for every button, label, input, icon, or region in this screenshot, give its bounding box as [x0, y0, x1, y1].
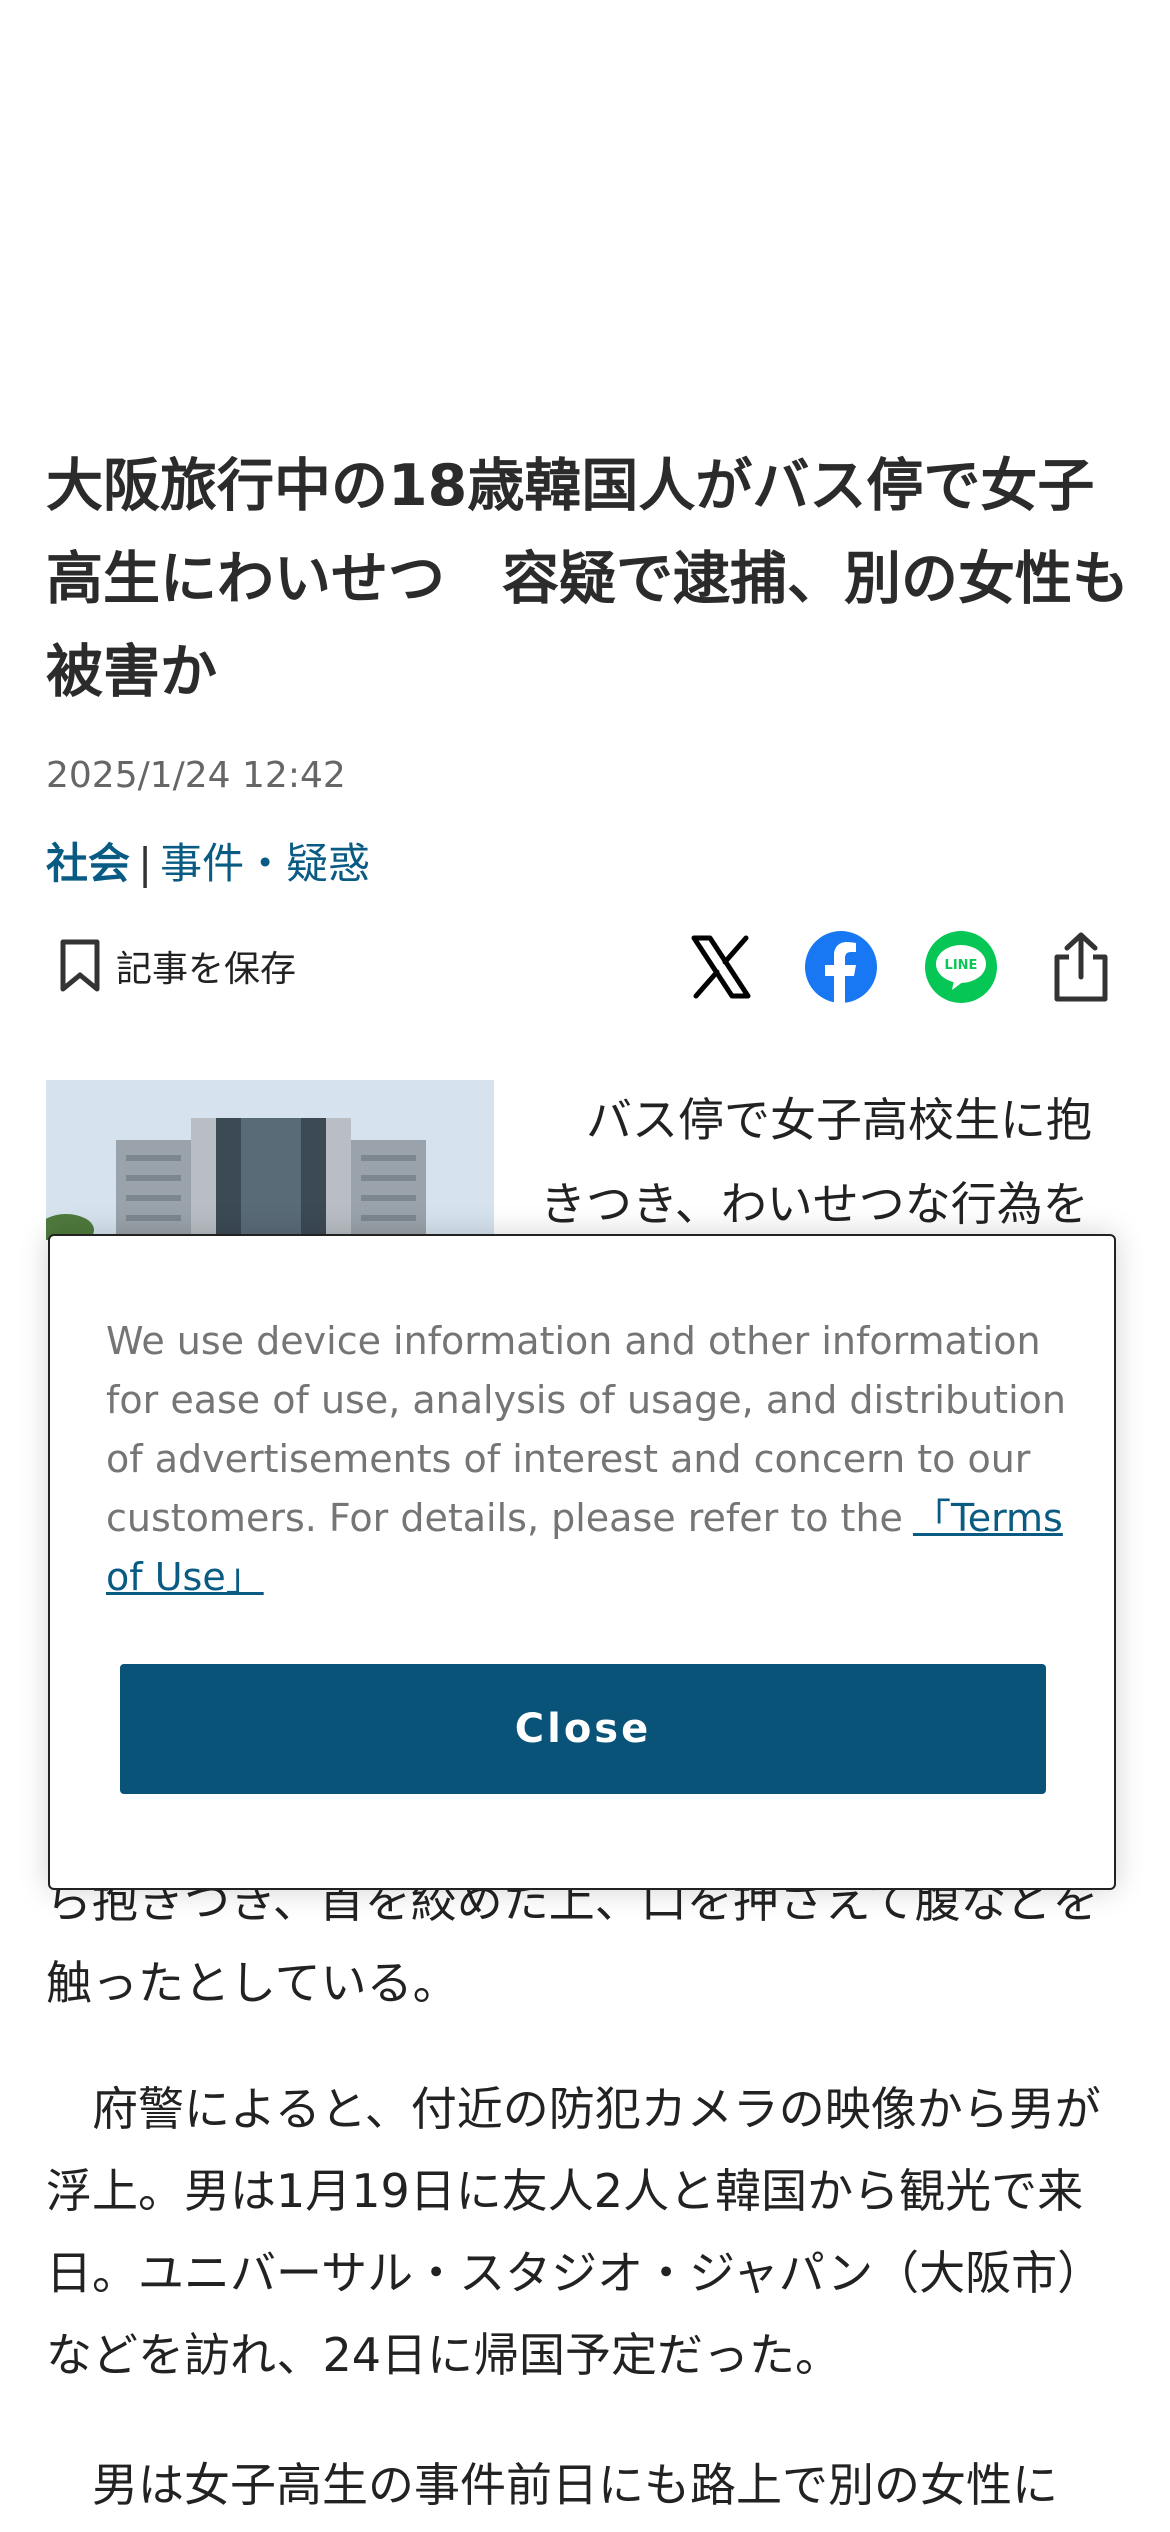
cookie-consent-dialog: We use device information and other info… [48, 1234, 1116, 1890]
article-paragraph-3: 男は女子高生の事件前日にも路上で別の女性に [92, 2458, 1058, 2512]
share-line-button[interactable]: LINE [924, 930, 998, 1008]
consent-message: We use device information and other info… [106, 1312, 1066, 1607]
category-link-sub[interactable]: 事件・疑惑 [160, 839, 370, 888]
article-date: 2025/1/24 12:42 [46, 755, 346, 796]
save-label: 記事を保存 [116, 949, 297, 990]
svg-text:LINE: LINE [945, 958, 978, 973]
category-link-main[interactable]: 社会 [46, 839, 130, 888]
facebook-icon [804, 930, 878, 1008]
share-button[interactable] [1044, 932, 1118, 1006]
x-icon [688, 934, 754, 1004]
bookmark-icon [58, 938, 102, 994]
share-icon [1051, 931, 1111, 1007]
article-paragraph-2: 府警によると、付近の防犯カメラの映像から男が浮上。男は1月19日に友人2人と韓国… [46, 2082, 1104, 2382]
ad-space [0, 0, 1170, 420]
category-separator: | [138, 839, 153, 888]
share-facebook-button[interactable] [804, 930, 878, 1008]
share-x-button[interactable] [684, 932, 758, 1006]
article-headline: 大阪旅行中の18歳韓国人がバス停で女子高生にわいせつ 容疑で逮捕、別の女性も被害… [46, 453, 1129, 705]
article-lead: バス停で女子高校生に抱きつき、わいせつな行為を [540, 1093, 1092, 1231]
save-article-button[interactable]: 記事を保存 [58, 938, 296, 994]
close-button[interactable]: Close [120, 1664, 1046, 1794]
category-breadcrumb: 社会 | 事件・疑惑 [46, 830, 370, 891]
line-icon: LINE [924, 930, 998, 1008]
share-buttons: LINE [684, 930, 1118, 1008]
article-image[interactable] [46, 1080, 494, 1240]
